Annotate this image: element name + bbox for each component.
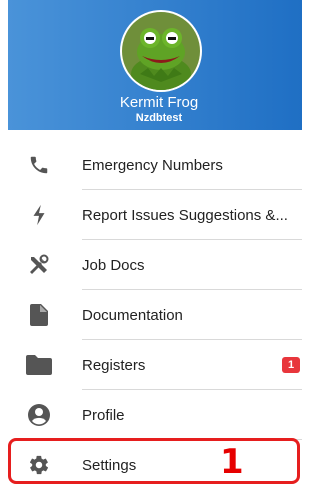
menu-item-label: Profile — [82, 406, 125, 424]
highlight-box — [8, 438, 300, 484]
menu-item-emergency-numbers[interactable]: Emergency Numbers — [8, 140, 302, 190]
menu-item-label: Job Docs — [82, 256, 145, 274]
menu-item-label: Documentation — [82, 306, 183, 324]
tools-icon — [8, 253, 66, 277]
profile-header: Kermit Frog Nzdbtest — [8, 0, 302, 130]
frog-avatar-icon — [122, 12, 200, 90]
menu-item-profile[interactable]: Profile — [8, 390, 302, 440]
phone-icon — [8, 154, 66, 176]
menu-item-job-docs[interactable]: Job Docs — [8, 240, 302, 290]
profile-subtitle: Nzdbtest — [135, 112, 183, 124]
document-icon — [8, 304, 66, 326]
menu-item-report-issues[interactable]: Report Issues Suggestions &... — [8, 190, 302, 240]
menu-item-documentation[interactable]: Documentation — [8, 290, 302, 340]
avatar[interactable] — [122, 12, 200, 90]
count-badge: 1 — [282, 357, 300, 373]
bolt-icon — [8, 204, 66, 226]
menu-item-registers[interactable]: Registers 1 — [8, 340, 302, 390]
profile-name: Kermit Frog — [119, 94, 199, 111]
folder-icon — [8, 355, 66, 375]
menu-item-label: Registers — [82, 356, 146, 374]
annotation-number: 1 — [220, 442, 244, 482]
menu-item-label: Emergency Numbers — [82, 156, 223, 174]
menu-item-label: Report Issues Suggestions &... — [82, 206, 288, 224]
user-circle-icon — [8, 404, 66, 426]
